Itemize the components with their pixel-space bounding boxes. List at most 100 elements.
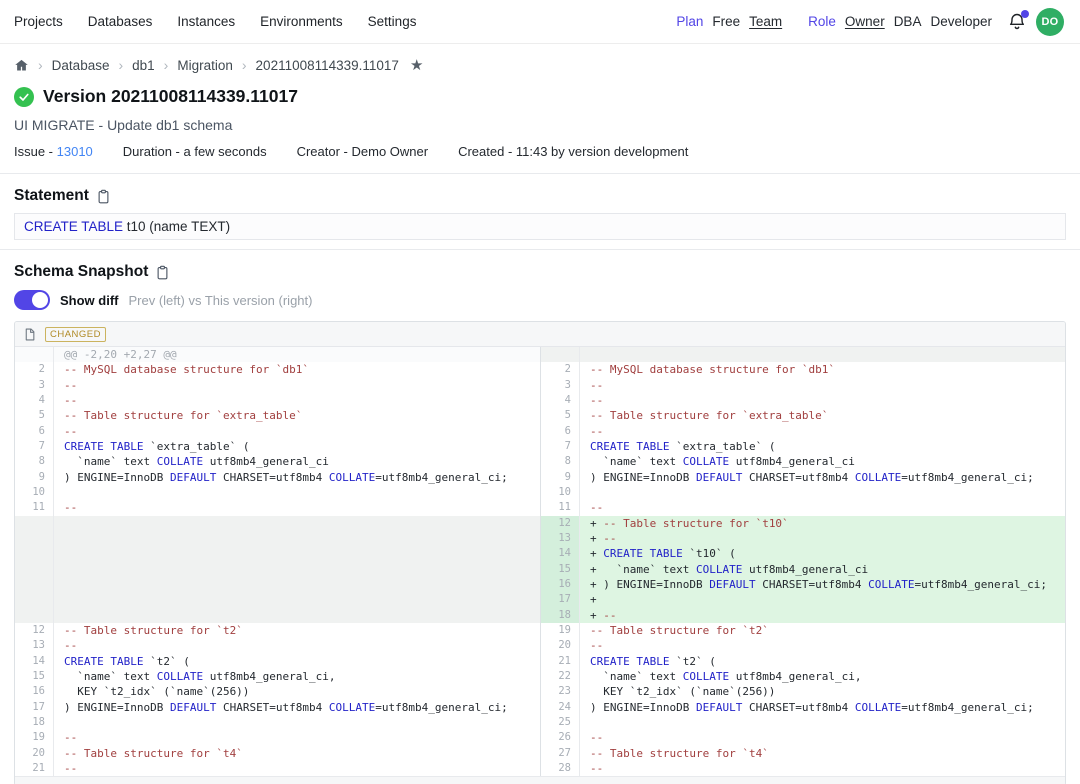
code-line: + CREATE TABLE `t10` ( — [580, 546, 1065, 561]
meta-issue: Issue - 13010 — [14, 144, 93, 159]
diff-code-row: 3-- — [541, 378, 1065, 393]
code-line: -- — [54, 638, 540, 653]
diff-left-column[interactable]: @@ -2,20 +2,27 @@2-- MySQL database stru… — [15, 347, 540, 776]
diff-code-row: 4-- — [15, 393, 540, 408]
diff-code-row: 7CREATE TABLE `extra_table` ( — [15, 439, 540, 454]
nav-item-environments[interactable]: Environments — [260, 14, 343, 29]
line-number — [15, 592, 54, 607]
code-line: KEY `t2_idx` (`name`(256)) — [54, 684, 540, 699]
toggle-knob — [32, 292, 48, 308]
meta-row: Issue - 13010 Duration - a few seconds C… — [14, 144, 1080, 159]
copy-snapshot-icon[interactable] — [155, 265, 170, 280]
section-divider — [0, 249, 1080, 250]
diff-code-row: 10 — [541, 485, 1065, 500]
diff-code-row: 19-- Table structure for `t2` — [541, 623, 1065, 638]
code-line: -- — [580, 500, 1065, 515]
role-dba[interactable]: DBA — [894, 14, 922, 29]
diff-code-row: 17+ — [541, 592, 1065, 607]
code-line — [54, 592, 540, 607]
breadcrumb-db1[interactable]: db1 — [132, 58, 155, 73]
diff-code-row: 15+ `name` text COLLATE utf8mb4_general_… — [541, 562, 1065, 577]
line-number: 2 — [15, 362, 54, 377]
code-line: -- MySQL database structure for `db1` — [54, 362, 540, 377]
line-number: 9 — [541, 470, 580, 485]
diff-code-row: 11-- — [541, 500, 1065, 515]
plan-team-link[interactable]: Team — [749, 14, 782, 29]
nav-item-instances[interactable]: Instances — [177, 14, 235, 29]
line-number: 11 — [15, 500, 54, 515]
diff-code-row: 9) ENGINE=InnoDB DEFAULT CHARSET=utf8mb4… — [541, 470, 1065, 485]
line-number: 13 — [541, 531, 580, 546]
code-line: -- — [54, 761, 540, 776]
statement-sql[interactable]: CREATE TABLE t10 (name TEXT) — [14, 213, 1066, 240]
line-number: 3 — [541, 378, 580, 393]
line-number: 5 — [541, 408, 580, 423]
line-number: 4 — [15, 393, 54, 408]
notification-bell-icon[interactable] — [1007, 12, 1027, 32]
diff-spacer-row — [15, 546, 540, 561]
diff-code-row: 20-- Table structure for `t4` — [15, 746, 540, 761]
main-nav: Projects Databases Instances Environment… — [14, 14, 416, 29]
diff-code-row: 27-- Table structure for `t4` — [541, 746, 1065, 761]
line-number: 14 — [541, 546, 580, 561]
code-line: -- Table structure for `t4` — [54, 746, 540, 761]
diff-right-column[interactable]: 2-- MySQL database structure for `db1`3-… — [540, 347, 1065, 776]
issue-label: Issue - — [14, 144, 53, 159]
diff-footer-scrollbar[interactable] — [15, 776, 1065, 784]
breadcrumb-database[interactable]: Database — [52, 58, 110, 73]
issue-link[interactable]: 13010 — [57, 144, 93, 159]
code-line — [580, 485, 1065, 500]
code-line: + -- — [580, 531, 1065, 546]
code-line: -- — [580, 424, 1065, 439]
bookmark-star-icon[interactable]: ★ — [410, 56, 423, 74]
chevron-right-icon — [242, 57, 247, 73]
code-line: -- MySQL database structure for `db1` — [580, 362, 1065, 377]
version-header: Version 20211008114339.11017 — [14, 86, 1080, 107]
breadcrumb-version[interactable]: 20211008114339.11017 — [256, 58, 399, 73]
page-title: Version 20211008114339.11017 — [43, 86, 298, 107]
line-number: 10 — [15, 485, 54, 500]
show-diff-hint: Prev (left) vs This version (right) — [129, 293, 313, 308]
diff-spacer-row — [541, 347, 1065, 362]
nav-item-projects[interactable]: Projects — [14, 14, 63, 29]
snapshot-section-heading: Schema Snapshot — [14, 263, 1080, 281]
line-number: 17 — [15, 700, 54, 715]
line-number — [15, 546, 54, 561]
code-line: -- Table structure for `extra_table` — [580, 408, 1065, 423]
nav-item-settings[interactable]: Settings — [368, 14, 417, 29]
line-number: 12 — [541, 516, 580, 531]
diff-code-row: 5-- Table structure for `extra_table` — [15, 408, 540, 423]
role-developer[interactable]: Developer — [930, 14, 992, 29]
code-line: `name` text COLLATE utf8mb4_general_ci — [54, 454, 540, 469]
diff-code-row: 21CREATE TABLE `t2` ( — [541, 654, 1065, 669]
diff-code-row: 17) ENGINE=InnoDB DEFAULT CHARSET=utf8mb… — [15, 700, 540, 715]
diff-code-row: 18 — [15, 715, 540, 730]
code-line: -- Table structure for `t2` — [54, 623, 540, 638]
breadcrumb-migration[interactable]: Migration — [177, 58, 233, 73]
show-diff-toggle[interactable] — [14, 290, 50, 310]
line-number — [15, 577, 54, 592]
line-number: 15 — [15, 669, 54, 684]
line-number: 7 — [15, 439, 54, 454]
code-line: -- — [580, 638, 1065, 653]
changed-badge: CHANGED — [45, 327, 106, 342]
show-diff-row: Show diff Prev (left) vs This version (r… — [14, 290, 1080, 310]
avatar[interactable]: DO — [1036, 8, 1064, 36]
diff-code-row: 23 KEY `t2_idx` (`name`(256)) — [541, 684, 1065, 699]
line-number: 11 — [541, 500, 580, 515]
diff-code-row: 13+ -- — [541, 531, 1065, 546]
role-owner-link[interactable]: Owner — [845, 14, 885, 29]
role-label: Role — [808, 14, 836, 29]
home-icon[interactable] — [14, 58, 29, 73]
plan-value: Free — [712, 14, 740, 29]
breadcrumb: Database db1 Migration 20211008114339.11… — [14, 56, 1080, 74]
show-diff-label: Show diff — [60, 293, 119, 308]
nav-item-databases[interactable]: Databases — [88, 14, 153, 29]
code-line: -- — [54, 393, 540, 408]
file-icon — [23, 328, 36, 341]
diff-spacer-row — [15, 562, 540, 577]
code-line: -- — [54, 500, 540, 515]
code-line: -- Table structure for `extra_table` — [54, 408, 540, 423]
copy-statement-icon[interactable] — [96, 189, 111, 204]
code-line: + ) ENGINE=InnoDB DEFAULT CHARSET=utf8mb… — [580, 577, 1065, 592]
